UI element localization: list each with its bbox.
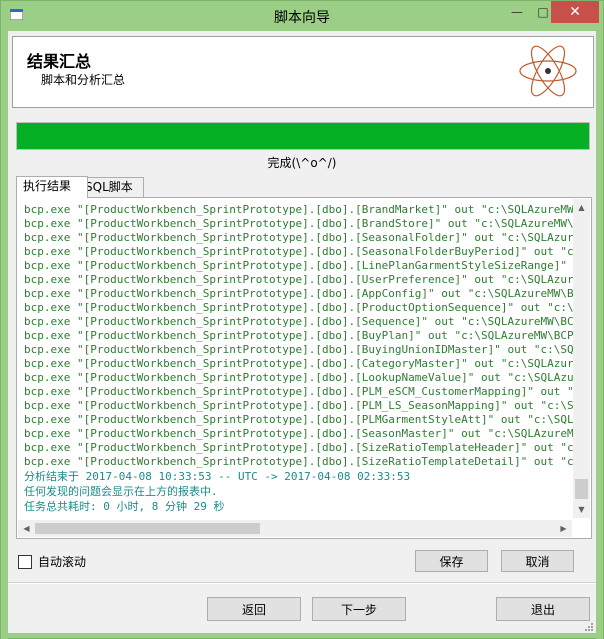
atom-icon (519, 45, 577, 97)
log-line: bcp.exe "[ProductWorkbench_SprintPrototy… (24, 315, 575, 328)
wizard-window: 脚本向导 — □ ✕ 结果汇总 脚本和分析汇总 完成(\^o^/) 执行结果 S… (0, 0, 604, 639)
log-line: bcp.exe "[ProductWorkbench_SprintPrototy… (24, 385, 575, 398)
log-line: bcp.exe "[ProductWorkbench_SprintPrototy… (24, 329, 575, 342)
next-button[interactable]: 下一步 (312, 597, 406, 621)
tab-results[interactable]: 执行结果 (16, 176, 88, 198)
log-line: bcp.exe "[ProductWorkbench_SprintPrototy… (24, 203, 575, 216)
auto-scroll-checkbox[interactable] (18, 554, 32, 569)
log-line: bcp.exe "[ProductWorkbench_SprintPrototy… (24, 301, 575, 314)
back-button[interactable]: 返回 (207, 597, 301, 621)
log-line: bcp.exe "[ProductWorkbench_SprintPrototy… (24, 217, 575, 230)
log-line: bcp.exe "[ProductWorkbench_SprintPrototy… (24, 287, 575, 300)
log-line: bcp.exe "[ProductWorkbench_SprintPrototy… (24, 259, 575, 272)
log-line: bcp.exe "[ProductWorkbench_SprintPrototy… (24, 231, 575, 244)
page-title: 结果汇总 (27, 52, 92, 71)
minimize-button[interactable]: — (504, 1, 530, 23)
cancel-button[interactable]: 取消 (501, 550, 574, 572)
progress-fill (17, 123, 589, 149)
status-text: 完成(\^o^/) (267, 156, 337, 170)
log-line: bcp.exe "[ProductWorkbench_SprintPrototy… (24, 399, 575, 412)
log-line: bcp.exe "[ProductWorkbench_SprintPrototy… (24, 357, 575, 370)
summary-end-line: 分析结束于 2017-04-08 10:33:53 -- UTC -> 2017… (24, 470, 411, 483)
title-bar[interactable]: 脚本向导 — □ ✕ (1, 1, 603, 31)
scroll-up-icon[interactable]: ▲ (573, 199, 590, 216)
log-line: bcp.exe "[ProductWorkbench_SprintPrototy… (24, 343, 575, 356)
summary-time-line: 任务总共耗时: 0 小时, 8 分钟 29 秒 (24, 500, 225, 513)
vertical-scroll-thumb[interactable] (575, 479, 588, 499)
auto-scroll-option[interactable]: 自动滚动 (18, 553, 86, 570)
summary-issues-line: 任何发现的问题会显示在上方的报表中. (24, 485, 218, 498)
scroll-left-icon[interactable]: ◀ (18, 520, 35, 537)
progress-bar (16, 122, 590, 150)
log-line: bcp.exe "[ProductWorkbench_SprintPrototy… (24, 371, 575, 384)
log-line: bcp.exe "[ProductWorkbench_SprintPrototy… (24, 455, 575, 468)
exit-button[interactable]: 退出 (496, 597, 590, 621)
log-line: bcp.exe "[ProductWorkbench_SprintPrototy… (24, 441, 575, 454)
window-frame-right (596, 31, 603, 639)
log-line: bcp.exe "[ProductWorkbench_SprintPrototy… (24, 245, 575, 258)
footer-divider (8, 582, 596, 584)
horizontal-scrollbar[interactable]: ◀ ▶ (18, 520, 572, 537)
scroll-down-icon[interactable]: ▼ (573, 501, 590, 518)
auto-scroll-label: 自动滚动 (38, 555, 87, 569)
resize-grip-icon[interactable] (585, 623, 593, 631)
log-line: bcp.exe "[ProductWorkbench_SprintPrototy… (24, 427, 575, 440)
header-panel: 结果汇总 脚本和分析汇总 (12, 36, 594, 108)
results-log[interactable]: bcp.exe "[ProductWorkbench_SprintPrototy… (24, 203, 575, 517)
scroll-right-icon[interactable]: ▶ (555, 520, 572, 537)
close-button[interactable]: ✕ (551, 1, 599, 23)
horizontal-scroll-thumb[interactable] (35, 523, 260, 534)
save-button[interactable]: 保存 (415, 550, 488, 572)
log-line: bcp.exe "[ProductWorkbench_SprintPrototy… (24, 273, 575, 286)
results-panel: bcp.exe "[ProductWorkbench_SprintPrototy… (16, 197, 592, 539)
window-frame-left (1, 31, 8, 639)
client-area: 结果汇总 脚本和分析汇总 完成(\^o^/) 执行结果 SQL脚本 bcp.ex… (8, 31, 596, 633)
vertical-scrollbar[interactable]: ▲ ▼ (573, 199, 590, 518)
log-line: bcp.exe "[ProductWorkbench_SprintPrototy… (24, 413, 575, 426)
page-subtitle: 脚本和分析汇总 (41, 73, 126, 87)
